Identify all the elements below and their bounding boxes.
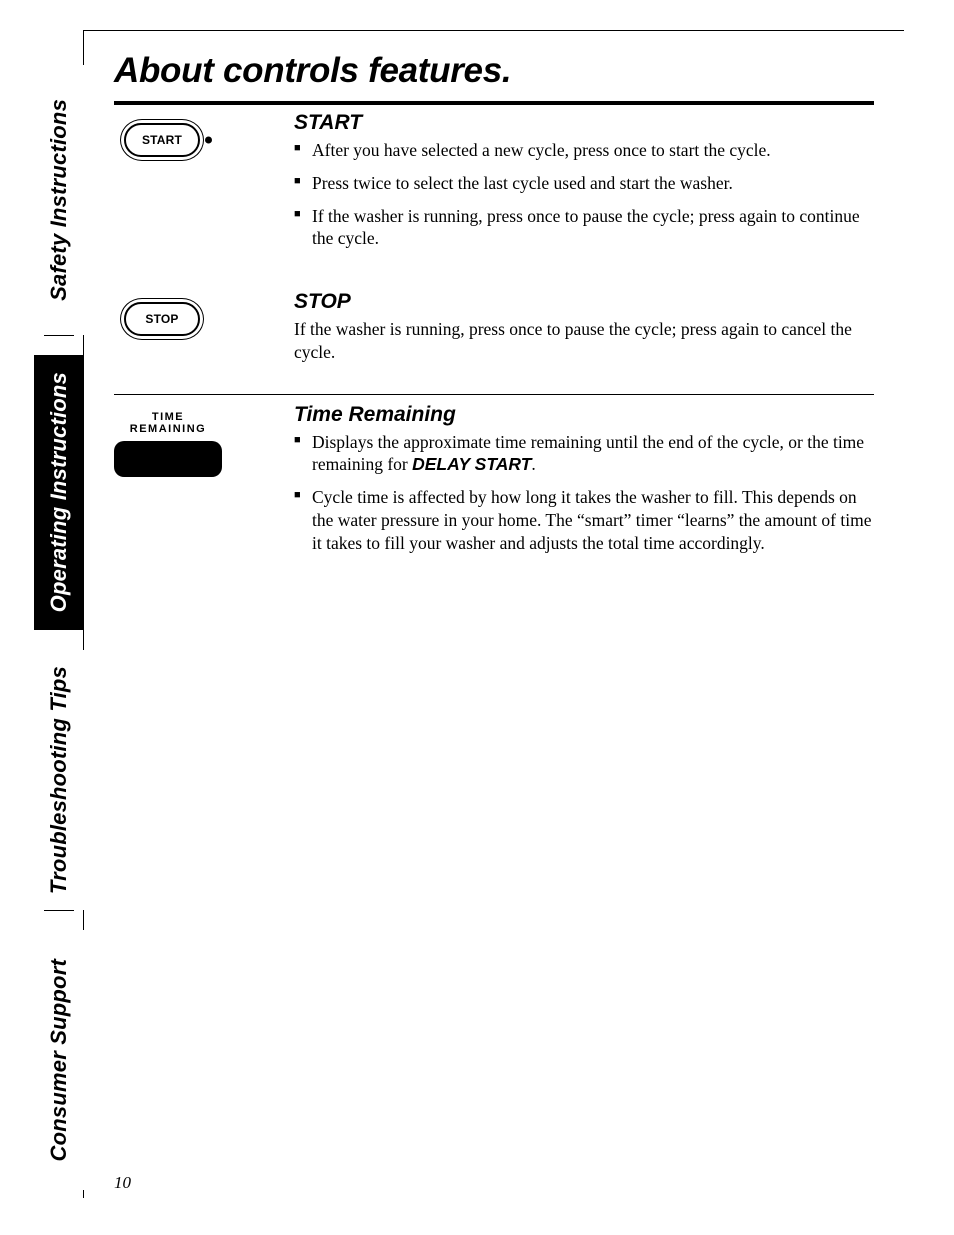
start-button-icon: Start bbox=[120, 119, 204, 161]
button-icon-label: Stop bbox=[145, 312, 178, 326]
feature-heading: Time Remaining bbox=[294, 403, 874, 427]
feature-icon-col: Time Remaining bbox=[114, 403, 294, 477]
sidebar-divider bbox=[44, 335, 74, 336]
sidebar-divider bbox=[44, 910, 74, 911]
feature-bullet-list: After you have selected a new cycle, pre… bbox=[294, 139, 874, 250]
feature-body: START After you have selected a new cycl… bbox=[294, 111, 874, 260]
page-number: 10 bbox=[114, 1173, 131, 1193]
bullet-item: Cycle time is affected by how long it ta… bbox=[294, 486, 874, 554]
feature-icon-col: Start bbox=[114, 111, 294, 161]
feature-time-remaining: Time Remaining Time Remaining Displays t… bbox=[114, 403, 874, 565]
manual-page: Safety Instructions Operating Instructio… bbox=[0, 0, 954, 1235]
stop-button-icon: Stop bbox=[120, 298, 204, 340]
feature-icon-col: Stop bbox=[114, 290, 294, 340]
sidebar-tab-safety-instructions: Safety Instructions bbox=[34, 65, 84, 335]
bullet-item: Displays the approximate time remaining … bbox=[294, 431, 874, 477]
sidebar-tab-label: Consumer Support bbox=[46, 959, 72, 1161]
sidebar-tab-consumer-support: Consumer Support bbox=[34, 930, 84, 1190]
sidebar-tab-label: Troubleshooting Tips bbox=[46, 666, 72, 894]
sidebar-tab-label: Safety Instructions bbox=[46, 99, 72, 301]
time-remaining-display-icon bbox=[114, 441, 222, 477]
section-rule-thin bbox=[114, 394, 874, 395]
feature-body: STOP If the washer is running, press onc… bbox=[294, 290, 874, 364]
bold-inline: DELAY START bbox=[412, 454, 531, 474]
feature-heading: STOP bbox=[294, 290, 874, 314]
bullet-text: Displays the approximate time remaining … bbox=[312, 432, 864, 475]
feature-body: Time Remaining Displays the approximate … bbox=[294, 403, 874, 565]
bullet-item: After you have selected a new cycle, pre… bbox=[294, 139, 874, 162]
sidebar-tab-troubleshooting-tips: Troubleshooting Tips bbox=[34, 650, 84, 910]
sidebar-tab-label: Operating Instructions bbox=[46, 372, 72, 612]
sidebar-tabs: Safety Instructions Operating Instructio… bbox=[34, 30, 84, 1198]
feature-stop: Stop STOP If the washer is running, pres… bbox=[114, 290, 874, 364]
section-rule-thick bbox=[114, 101, 874, 105]
sidebar-tab-operating-instructions: Operating Instructions bbox=[34, 355, 84, 630]
feature-paragraph: If the washer is running, press once to … bbox=[294, 318, 874, 364]
bullet-item: Press twice to select the last cycle use… bbox=[294, 172, 874, 195]
page-title: About controls features. bbox=[114, 51, 874, 91]
bullet-text: . bbox=[531, 454, 535, 474]
feature-start: Start START After you have selected a ne… bbox=[114, 111, 874, 260]
content-area: About controls features. Start START Aft… bbox=[84, 30, 904, 594]
button-icon-label: Start bbox=[142, 133, 182, 147]
time-remaining-label-icon: Time Remaining bbox=[114, 411, 222, 435]
feature-bullet-list: Displays the approximate time remaining … bbox=[294, 431, 874, 555]
bullet-item: If the washer is running, press once to … bbox=[294, 205, 874, 251]
led-indicator-icon bbox=[205, 137, 212, 144]
feature-heading: START bbox=[294, 111, 874, 135]
